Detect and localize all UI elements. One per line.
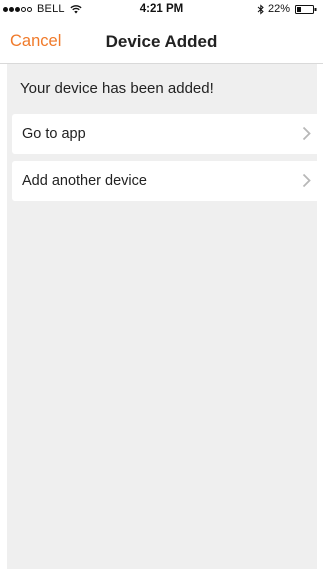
status-bar: BELL 4:21 PM 22% <box>0 0 323 20</box>
success-message: Your device has been added! <box>20 80 214 97</box>
go-to-app-label: Go to app <box>22 126 86 142</box>
navigation-bar: Cancel Device Added <box>0 20 323 64</box>
add-another-device-label: Add another device <box>22 173 147 189</box>
chevron-right-icon <box>302 126 311 141</box>
bluetooth-icon <box>257 3 264 15</box>
chevron-right-icon <box>302 173 311 188</box>
screen: BELL 4:21 PM 22% Cancel Device Added You… <box>0 0 323 571</box>
status-right: 22% <box>257 3 317 15</box>
add-another-device-row[interactable]: Add another device <box>12 161 321 201</box>
content-area: Your device has been added! Go to app Ad… <box>7 64 321 569</box>
go-to-app-row[interactable]: Go to app <box>12 114 321 154</box>
cancel-button[interactable]: Cancel <box>10 32 61 51</box>
battery-icon <box>295 4 317 14</box>
battery-percentage: 22% <box>267 3 290 15</box>
